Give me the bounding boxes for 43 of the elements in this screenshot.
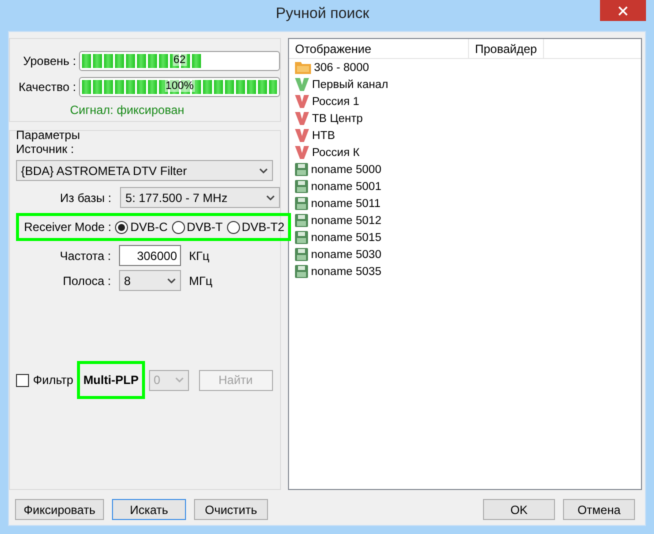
window-title: Ручной поиск <box>274 5 370 22</box>
channel-name[interactable]: noname 5035 <box>311 266 382 278</box>
channel-name[interactable]: noname 5001 <box>311 180 382 192</box>
signal-status: Сигнал: фиксирован <box>70 103 186 117</box>
band-dropdown[interactable]: 8 <box>119 270 181 291</box>
channel-name[interactable]: noname 5000 <box>311 164 382 176</box>
filter-label: Фильтр <box>33 373 74 387</box>
column-header[interactable]: Провайдер <box>469 39 544 58</box>
action-button[interactable]: Очистить <box>194 499 268 520</box>
channel-name[interactable]: Россия 1 <box>312 96 360 108</box>
meter-reading: 62 <box>172 54 187 66</box>
meter-label: Уровень : <box>22 54 76 68</box>
channel-name[interactable]: НТВ <box>312 130 335 142</box>
source-dropdown[interactable]: {BDA} ASTROMETA DTV Filter <box>16 160 273 181</box>
multi-plp-label: Multi-PLP <box>77 361 145 399</box>
channel-name[interactable]: ТВ Центр <box>312 112 363 124</box>
channel-name[interactable]: Первый канал <box>312 78 388 90</box>
channel-name[interactable]: noname 5030 <box>311 248 382 260</box>
band-label: Полоса : <box>62 274 111 288</box>
band-unit: МГц <box>189 274 212 288</box>
channel-name[interactable]: noname 5015 <box>311 232 382 244</box>
action-button[interactable]: Искать <box>112 499 186 520</box>
group-title: Параметры <box>16 128 81 142</box>
radio-option[interactable]: DVB-T2 <box>226 220 284 234</box>
channel-name[interactable]: Россия К <box>312 146 360 158</box>
frequency-label: Частота : <box>58 248 111 262</box>
radio-option[interactable]: DVB-C <box>115 220 168 234</box>
action-button[interactable]: Фиксировать <box>15 499 104 520</box>
base-label: Из базы : <box>60 190 112 204</box>
frequency-unit: КГц <box>189 248 210 262</box>
dialog-button[interactable]: OK <box>483 499 555 520</box>
dialog-button[interactable]: Отмена <box>563 499 635 520</box>
column-header[interactable]: Отображение <box>289 39 469 58</box>
frequency-field[interactable]: 306000 <box>119 245 181 266</box>
source-label: Источник : <box>16 142 74 156</box>
channel-name[interactable]: noname 5011 <box>311 198 380 210</box>
radio-option[interactable]: DVB-T <box>172 220 223 234</box>
base-dropdown[interactable]: 5: 177.500 - 7 MHz <box>120 187 280 208</box>
meter-label: Качество : <box>18 80 76 94</box>
receiver-mode-label: Receiver Mode : <box>24 220 112 234</box>
channel-name[interactable]: 306 - 8000 <box>314 62 369 74</box>
channel-name[interactable]: noname 5012 <box>311 214 382 226</box>
meter-reading: 100% <box>164 80 195 92</box>
